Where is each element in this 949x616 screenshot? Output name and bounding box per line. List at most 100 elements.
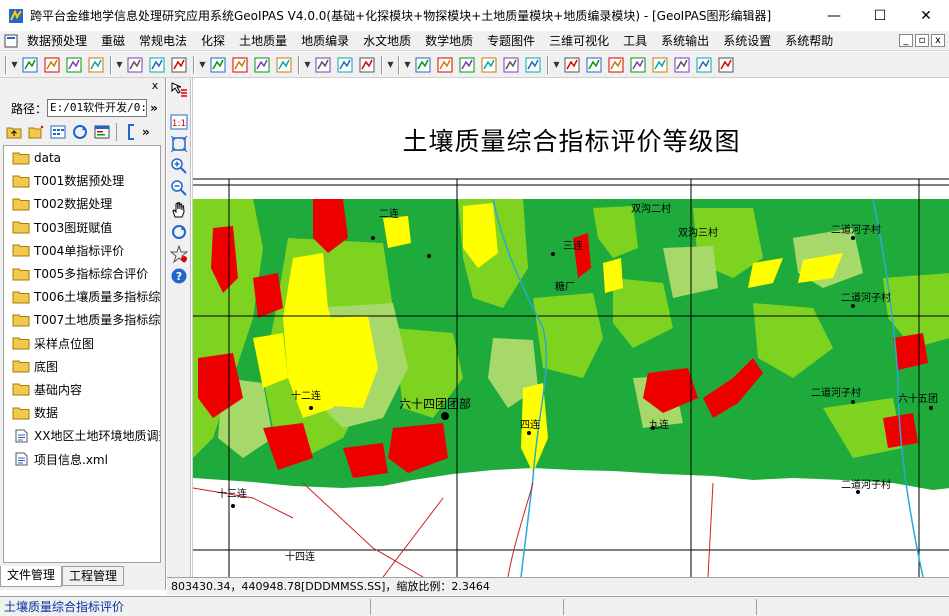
toolbar-dropdown-icon[interactable]: ▼	[115, 56, 124, 74]
mdi-restore-button[interactable]: ▫	[915, 34, 929, 47]
folder-item[interactable]: T001数据预处理	[4, 169, 160, 192]
folder-item[interactable]: T004单指标评价	[4, 239, 160, 262]
new-folder-icon[interactable]	[26, 122, 46, 142]
toolbar-separator	[5, 55, 7, 74]
fill-icon[interactable]	[169, 55, 189, 75]
folder-item[interactable]: 数据	[4, 401, 160, 424]
file-name: data	[34, 150, 62, 165]
star-tool-icon[interactable]	[169, 244, 189, 264]
section-icon[interactable]	[230, 55, 250, 75]
file-name: T001数据预处理	[34, 174, 125, 189]
line-tool-icon[interactable]	[42, 55, 62, 75]
menu-3d-visual[interactable]: 三维可视化	[542, 31, 616, 51]
panel-close-button[interactable]: x	[149, 80, 161, 92]
file-bracket-icon[interactable]	[121, 122, 141, 142]
folder-item[interactable]: 基础内容	[4, 378, 160, 401]
tick-icon[interactable]	[313, 55, 333, 75]
up-folder-icon[interactable]	[4, 122, 24, 142]
tab-project-management[interactable]: 工程管理	[62, 566, 125, 586]
chart-line-icon[interactable]	[252, 55, 272, 75]
folder-icon	[12, 383, 30, 396]
maximize-button[interactable]: ☐	[857, 0, 903, 31]
toolbar-dropdown-icon[interactable]: ▼	[386, 56, 395, 74]
mosaic-icon[interactable]	[523, 55, 543, 75]
toolbar-dropdown-icon[interactable]: ▼	[552, 56, 561, 74]
menu-geo-logging[interactable]: 地质编录	[294, 31, 356, 51]
formula-icon[interactable]	[335, 55, 355, 75]
menu-tools[interactable]: 工具	[616, 31, 654, 51]
close-button[interactable]: ✕	[903, 0, 949, 31]
menu-math-geology[interactable]: 数学地质	[418, 31, 480, 51]
mdi-close-button[interactable]: x	[931, 34, 945, 47]
view-list-icon[interactable]	[48, 122, 68, 142]
menu-data-preprocess[interactable]: 数据预处理	[20, 31, 94, 51]
folder-open-icon[interactable]	[672, 55, 692, 75]
full-extent-icon[interactable]	[169, 134, 189, 154]
file-item[interactable]: XX地区土地环境地质调查	[4, 424, 160, 447]
folder-item[interactable]: 底图	[4, 355, 160, 378]
menu-system-output[interactable]: 系统输出	[654, 31, 716, 51]
profile-icon[interactable]	[208, 55, 228, 75]
folder-item[interactable]: 采样点位图	[4, 332, 160, 355]
search-icon[interactable]	[20, 55, 40, 75]
legend-icon[interactable]	[435, 55, 455, 75]
edit-page-icon[interactable]	[650, 55, 670, 75]
minimize-button[interactable]: —	[811, 0, 857, 31]
map-canvas[interactable]: 土壤质量综合指标评价等级图 二连 双沟二村 双沟三村 二道河子村 三连 二道河子…	[192, 78, 949, 577]
calc-icon[interactable]	[562, 55, 582, 75]
layer-select-icon[interactable]	[169, 80, 189, 100]
file-item[interactable]: 项目信息.xml	[4, 447, 160, 470]
folder-item[interactable]: T002数据处理	[4, 192, 160, 215]
properties-icon[interactable]	[92, 122, 112, 142]
menu-system-settings[interactable]: 系统设置	[716, 31, 778, 51]
frame-icon[interactable]	[413, 55, 433, 75]
more-tools-button[interactable]: »	[142, 125, 156, 139]
folder-item[interactable]: T003图斑赋值	[4, 216, 160, 239]
palette-icon[interactable]	[274, 55, 294, 75]
toolbar-separator	[381, 55, 383, 74]
folder-item[interactable]: T006土壤质量多指标综合	[4, 285, 160, 308]
rings-icon[interactable]	[501, 55, 521, 75]
page-icon[interactable]	[606, 55, 626, 75]
folder-item[interactable]: T005多指标综合评价	[4, 262, 160, 285]
mdi-minimize-button[interactable]: _	[899, 34, 913, 47]
grid-icon[interactable]	[86, 55, 106, 75]
copy-icon[interactable]	[716, 55, 736, 75]
toolbar-dropdown-icon[interactable]: ▼	[403, 56, 412, 74]
vector-icon[interactable]	[125, 55, 145, 75]
refresh-map-icon[interactable]	[169, 222, 189, 242]
stack-icon[interactable]	[357, 55, 377, 75]
menu-geochem[interactable]: 化探	[194, 31, 232, 51]
path-go-button[interactable]: »	[147, 101, 161, 115]
actual-size-icon[interactable]: 1:1	[169, 112, 189, 132]
polygon-icon[interactable]	[64, 55, 84, 75]
zoom-out-icon[interactable]	[169, 178, 189, 198]
pencil-icon[interactable]	[628, 55, 648, 75]
refresh-icon[interactable]	[70, 122, 90, 142]
toolbar-dropdown-icon[interactable]: ▼	[303, 56, 312, 74]
menu-gravity-magnetic[interactable]: 重磁	[94, 31, 132, 51]
folder-item[interactable]: T007土地质量多指标综合	[4, 308, 160, 331]
calc2-icon[interactable]	[584, 55, 604, 75]
menu-system-help[interactable]: 系统帮助	[778, 31, 840, 51]
toolbar-dropdown-icon[interactable]: ▼	[198, 56, 207, 74]
zoom-in-icon[interactable]	[169, 156, 189, 176]
contour-icon[interactable]	[147, 55, 167, 75]
export-icon[interactable]	[694, 55, 714, 75]
folder-item[interactable]: data	[4, 146, 160, 169]
soil-quality-map[interactable]	[193, 78, 949, 577]
menu-electrical[interactable]: 常规电法	[132, 31, 194, 51]
help-icon[interactable]: ?	[169, 266, 189, 286]
toolbar-dropdown-icon[interactable]: ▼	[10, 56, 19, 74]
menu-thematic-maps[interactable]: 专题图件	[480, 31, 542, 51]
window-title: 跨平台金维地学信息处理研究应用系统GeoIPAS V4.0.0(基础+化探模块+…	[30, 9, 772, 23]
menu-hydrogeology[interactable]: 水文地质	[356, 31, 418, 51]
menu-land-quality[interactable]: 土地质量	[232, 31, 294, 51]
path-input[interactable]: E:/01软件开发/0:	[47, 99, 147, 117]
axis-icon[interactable]	[457, 55, 477, 75]
tab-file-management[interactable]: 文件管理	[0, 566, 63, 587]
file-name: T004单指标评价	[34, 243, 125, 258]
pan-hand-icon[interactable]	[169, 200, 189, 220]
file-icon	[15, 452, 28, 466]
color-icon[interactable]	[479, 55, 499, 75]
